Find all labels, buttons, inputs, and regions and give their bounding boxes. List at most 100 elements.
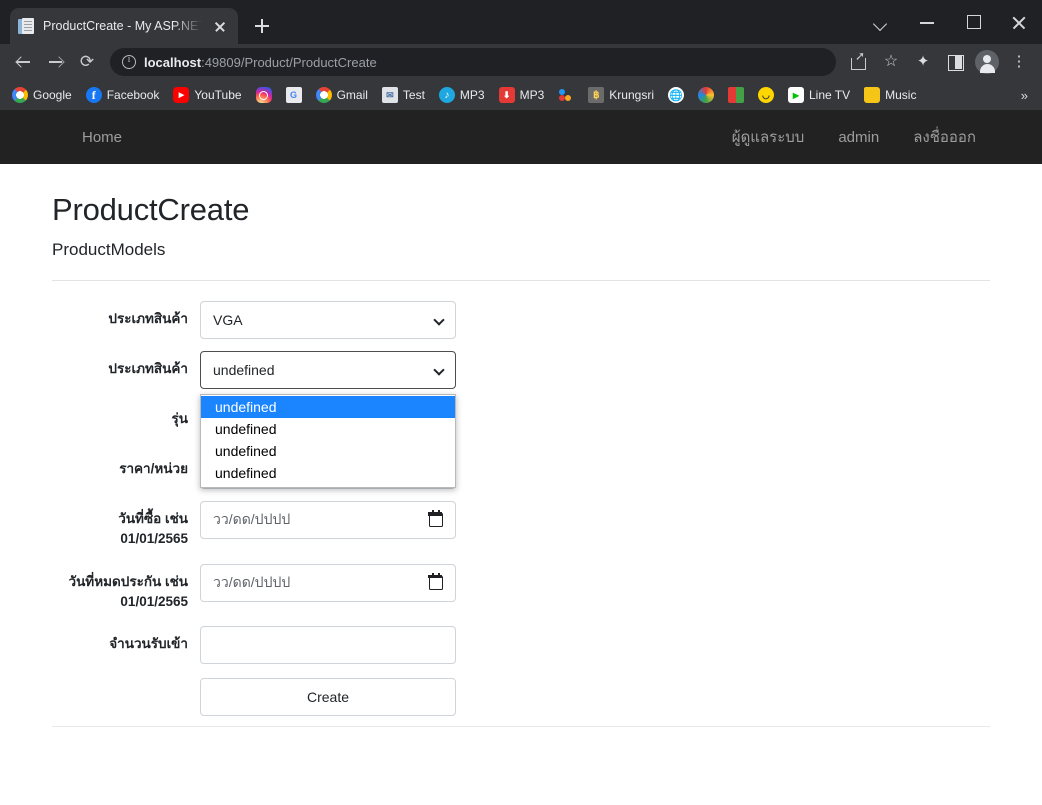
browser-toolbar: ⟳ localhost:49809/Product/ProductCreate … [0,44,1042,80]
site-info-icon[interactable] [122,54,136,69]
window-close-icon[interactable] [996,0,1042,44]
product-create-form: ประเภทสินค้า VGA ประเภทสินค้า undefined [52,301,990,716]
purchase-date-placeholder: วว/ดด/ปปปป [213,511,291,527]
divider-top [52,280,990,281]
calendar-icon[interactable] [428,572,443,590]
input-warranty-expiry-date[interactable]: วว/ดด/ปปปป [200,563,456,602]
nav-logout-link[interactable]: ลงชื่อออก [913,125,976,149]
bookmark-music[interactable]: Music [858,84,922,106]
youtube-icon [173,87,190,103]
page-subtitle: ProductModels [52,240,166,259]
form-row-submit: Create [52,678,990,716]
side-panel-icon[interactable] [940,47,970,77]
maximize-icon[interactable] [950,0,996,44]
paint-icon [697,87,714,103]
bookmark-youtube[interactable]: YouTube [167,84,247,106]
site-navbar: Home ผู้ดูแลระบบ admin ลงชื่อออก [0,110,1042,164]
mp3-blue-icon [438,87,455,103]
label-purchase-date: วันที่ซื้อ เช่น 01/01/2565 [118,511,188,547]
browser-tab[interactable]: ProductCreate - My ASP.NET App [10,8,238,44]
input-purchase-date[interactable]: วว/ดด/ปปปป [200,501,456,539]
profile-avatar-icon[interactable] [975,50,999,74]
bookmark-gmail[interactable]: Gmail [310,84,374,106]
book-icon [727,87,744,103]
bookmark-label: MP3 [459,88,485,102]
form-row-model: รุ่น [52,401,990,439]
bookmark-globe[interactable] [662,84,690,106]
dropdown-option[interactable]: undefined [201,462,455,484]
window-controls [858,0,1042,44]
bookmark-star-icon[interactable]: ☆ [876,47,906,77]
url-text: localhost:49809/Product/ProductCreate [144,55,377,70]
share-icon[interactable] [844,47,874,77]
input-quantity-received[interactable] [200,626,456,664]
bookmark-krungsri[interactable]: Krungsri [582,84,660,106]
gmail-icon [315,87,332,103]
label-model: รุ่น [171,411,188,426]
krungsri-icon [588,87,605,103]
page-title: ProductCreate [52,192,250,227]
calendar-icon[interactable] [428,510,443,527]
select-category-1-value: VGA [213,312,243,328]
nav-username-link[interactable]: admin [838,129,879,146]
bookmark-google-translate[interactable] [280,84,308,106]
reload-icon[interactable]: ⟳ [72,47,102,77]
bookmark-test[interactable]: Test [376,84,431,106]
bookmark-label: Google [33,88,72,102]
chevron-down-icon [433,364,445,376]
bookmark-label: Line TV [808,88,851,102]
warranty-date-placeholder: วว/ดด/ปปปป [213,573,291,590]
extensions-puzzle-icon[interactable]: ✦ [908,47,938,77]
url-path: :49809/Product/ProductCreate [201,54,377,70]
bookmark-instagram[interactable] [250,84,278,106]
select-category-2[interactable]: undefined [200,351,456,389]
url-host: localhost [144,54,202,70]
create-button[interactable]: Create [200,678,456,716]
bookmarks-bar: Google Facebook YouTube Gmail Test MP3 [0,80,1042,110]
bookmark-dots[interactable] [552,84,580,106]
form-row-warranty-date: วันที่หมดประกัน เช่น 01/01/2565 วว/ดด/ปป… [52,563,990,613]
divider-bottom [52,726,990,727]
document-icon [18,17,35,35]
bookmark-smiley[interactable] [752,84,780,106]
label-price-per-unit: ราคา/หน่วย [119,461,188,476]
back-icon[interactable] [8,47,38,77]
instagram-icon [255,87,272,103]
minimize-icon[interactable] [904,0,950,44]
smiley-icon [757,87,774,103]
tab-strip: ProductCreate - My ASP.NET App [0,0,1042,44]
dropdown-option[interactable]: undefined [201,440,455,462]
nav-admin-area-link[interactable]: ผู้ดูแลระบบ [732,125,805,149]
dropdown-option[interactable]: undefined [201,418,455,440]
bookmark-paint[interactable] [692,84,720,106]
forward-icon[interactable] [40,47,70,77]
bookmark-label: Test [402,88,425,102]
linetv-icon [787,87,804,103]
address-bar[interactable]: localhost:49809/Product/ProductCreate [110,48,836,76]
new-tab-button[interactable] [248,12,276,40]
dots-icon [558,87,574,103]
bookmark-label: MP3 [519,88,545,102]
select-category-1[interactable]: VGA [200,301,456,339]
facebook-icon [85,87,102,103]
form-row-category-2: ประเภทสินค้า undefined [52,351,990,389]
label-quantity-received: จำนวนรับเข้า [109,636,188,651]
bookmark-mp3-a[interactable]: MP3 [433,84,491,106]
close-icon[interactable] [210,16,230,36]
mp3-download-icon [498,87,515,103]
bookmark-google[interactable]: Google [6,84,78,106]
bookmarks-overflow-icon[interactable]: » [1013,88,1036,103]
bookmark-facebook[interactable]: Facebook [80,84,166,106]
bookmark-mp3-b[interactable]: MP3 [493,84,551,106]
dropdown-option[interactable]: undefined [201,396,455,418]
page-content: ProductCreate ProductModels ประเภทสินค้า… [0,192,1042,716]
select-category-2-dropdown[interactable]: undefined undefined undefined undefined [200,394,456,488]
form-row-quantity: จำนวนรับเข้า [52,626,990,664]
bookmark-book[interactable] [722,84,750,106]
bookmark-linetv[interactable]: Line TV [782,84,856,106]
form-row-purchase-date: วันที่ซื้อ เช่น 01/01/2565 วว/ดด/ปปปป [52,501,990,550]
chrome-menu-icon[interactable]: ⋮ [1004,47,1034,77]
nav-home-link[interactable]: Home [52,129,152,146]
tab-search-icon[interactable] [858,0,904,44]
chevron-down-icon [433,314,445,326]
